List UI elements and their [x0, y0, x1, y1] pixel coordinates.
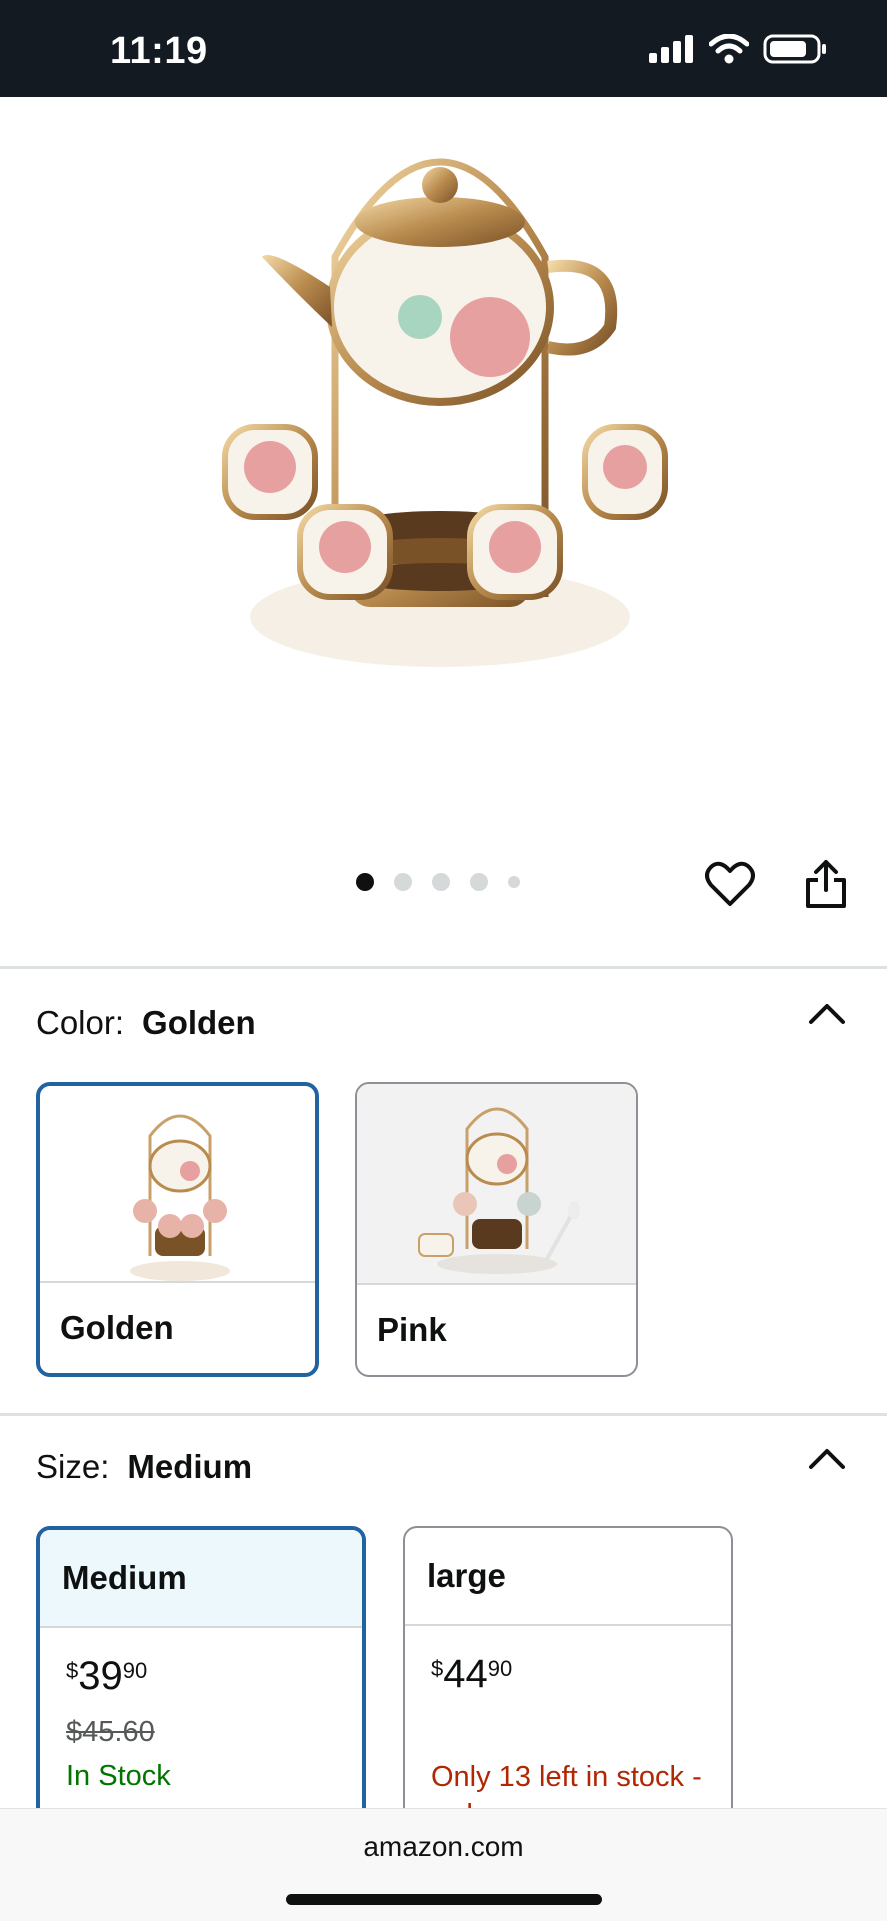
- color-swatch-image: [357, 1084, 636, 1284]
- color-option-golden[interactable]: Golden: [36, 1082, 319, 1377]
- status-bar: 11:19: [0, 0, 887, 97]
- carousel-dot[interactable]: [394, 873, 412, 891]
- color-option-label: Golden: [40, 1281, 315, 1373]
- battery-icon: [763, 34, 826, 64]
- size-selected-value: Medium: [127, 1448, 253, 1485]
- heart-icon: [705, 861, 755, 906]
- wishlist-button[interactable]: [704, 858, 756, 910]
- carousel-dot[interactable]: [470, 873, 488, 891]
- product-image[interactable]: [0, 97, 887, 787]
- color-label: Color:: [36, 1004, 125, 1041]
- wifi-icon: [709, 34, 749, 64]
- home-indicator[interactable]: [286, 1894, 602, 1905]
- chevron-up-icon[interactable]: [807, 1000, 847, 1026]
- size-label: Size:: [36, 1448, 110, 1485]
- share-button[interactable]: [800, 858, 852, 910]
- size-option-label: large: [405, 1528, 731, 1626]
- size-option-label: Medium: [40, 1530, 362, 1628]
- size-option-price: $3990: [66, 1654, 148, 1698]
- size-option-price: $4490: [431, 1652, 513, 1696]
- size-option-list-price: $45.60: [66, 1716, 155, 1748]
- status-time: 11:19: [110, 30, 208, 72]
- color-selector-header: Color: Golden: [36, 1004, 256, 1042]
- carousel-dot[interactable]: [508, 876, 520, 888]
- size-selector-header: Size: Medium: [36, 1448, 252, 1486]
- color-selected-value: Golden: [142, 1004, 256, 1041]
- cellular-signal-icon: [649, 35, 693, 63]
- browser-bottom-bar: amazon.com: [0, 1808, 887, 1921]
- carousel-dot[interactable]: [356, 873, 374, 891]
- share-icon: [806, 860, 846, 908]
- chevron-up-icon[interactable]: [807, 1445, 847, 1471]
- color-swatch-image: [40, 1086, 315, 1286]
- address-bar[interactable]: amazon.com: [0, 1831, 887, 1863]
- carousel-dot[interactable]: [432, 873, 450, 891]
- divider: [0, 1413, 887, 1416]
- image-carousel-dots[interactable]: [356, 873, 520, 891]
- color-option-pink[interactable]: Pink: [355, 1082, 638, 1377]
- size-option-availability: In Stock: [66, 1760, 171, 1792]
- divider: [0, 966, 887, 969]
- color-option-label: Pink: [357, 1283, 636, 1375]
